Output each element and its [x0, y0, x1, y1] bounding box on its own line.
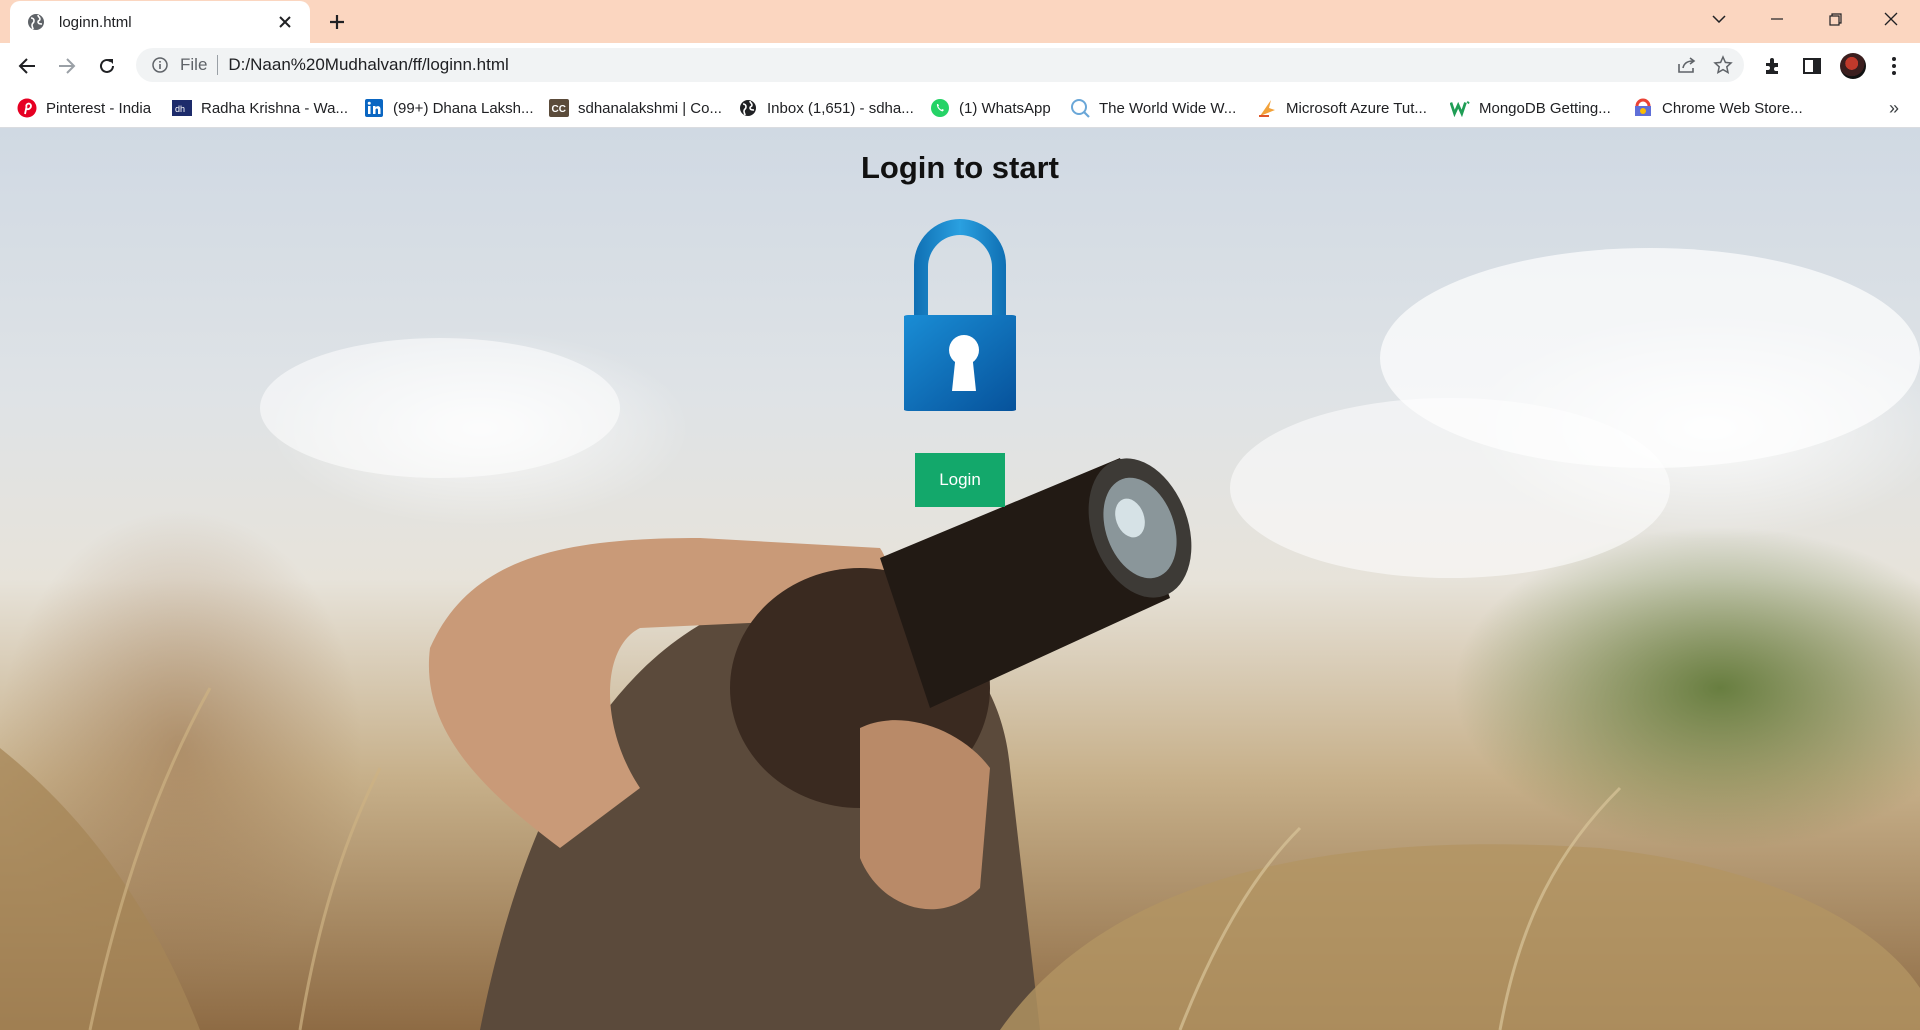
- url-scheme-label: File: [180, 55, 208, 74]
- bookmark-site-icon: dh: [172, 98, 192, 118]
- bookmarks-bar: Pinterest - India dh Radha Krishna - Wa.…: [0, 88, 1920, 128]
- bookmark-chrome-store[interactable]: Chrome Web Store...: [1633, 96, 1803, 120]
- bookmark-azure[interactable]: Microsoft Azure Tut...: [1257, 96, 1427, 120]
- bookmark-label: Radha Krishna - Wa...: [201, 99, 349, 117]
- mongodb-icon: [1450, 98, 1470, 118]
- globe-icon: [738, 98, 758, 118]
- side-panel-icon[interactable]: [1797, 51, 1827, 81]
- minimize-icon[interactable]: [1748, 0, 1806, 38]
- tab-close-icon[interactable]: [274, 11, 296, 33]
- bookmark-star-icon[interactable]: [1708, 50, 1738, 80]
- profile-avatar[interactable]: [1838, 51, 1868, 81]
- share-icon[interactable]: [1672, 50, 1702, 80]
- bookmark-inbox[interactable]: Inbox (1,651) - sdha...: [738, 96, 914, 120]
- bookmark-label: Microsoft Azure Tut...: [1286, 99, 1427, 117]
- extensions-icon[interactable]: [1757, 51, 1787, 81]
- page-title: Login to start: [860, 150, 1060, 185]
- cc-icon: CC: [549, 98, 569, 118]
- pinterest-icon: [17, 98, 37, 118]
- bookmark-whatsapp[interactable]: (1) WhatsApp: [930, 96, 1051, 120]
- tab-strip: loginn.html: [0, 0, 1920, 43]
- bookmark-radha-krishna[interactable]: dh Radha Krishna - Wa...: [172, 96, 348, 120]
- bookmark-label: Chrome Web Store...: [1662, 99, 1803, 117]
- whatsapp-icon: [930, 98, 950, 118]
- bookmark-label: MongoDB Getting...: [1479, 99, 1611, 117]
- reload-icon[interactable]: [91, 50, 123, 82]
- divider: [217, 55, 219, 75]
- address-bar[interactable]: File D:/Naan%20Mudhalvan/ff/loginn.html: [136, 48, 1744, 82]
- bookmark-label: Pinterest - India: [46, 99, 152, 117]
- tab-title: loginn.html: [59, 13, 132, 31]
- browser-tab[interactable]: loginn.html: [10, 1, 310, 43]
- bookmark-label: (1) WhatsApp: [959, 99, 1051, 117]
- svg-text:CC: CC: [552, 104, 566, 115]
- new-tab-button[interactable]: [323, 9, 351, 35]
- globe-icon: [25, 11, 47, 33]
- bookmark-label: (99+) Dhana Laksh...: [393, 99, 534, 117]
- login-button[interactable]: Login: [915, 453, 1005, 507]
- restore-icon[interactable]: [1806, 0, 1864, 38]
- bookmark-w3[interactable]: The World Wide W...: [1070, 96, 1236, 120]
- menu-kebab-icon[interactable]: [1879, 51, 1909, 81]
- bookmark-label: Inbox (1,651) - sdha...: [767, 99, 914, 117]
- chrome-store-icon: [1633, 98, 1653, 118]
- url-text[interactable]: D:/Naan%20Mudhalvan/ff/loginn.html: [228, 55, 1672, 75]
- bookmark-mongodb[interactable]: MongoDB Getting...: [1450, 96, 1611, 120]
- bookmark-label: The World Wide W...: [1099, 99, 1237, 117]
- info-icon[interactable]: [150, 55, 170, 75]
- bookmark-linkedin[interactable]: (99+) Dhana Laksh...: [364, 96, 534, 120]
- close-window-icon[interactable]: [1862, 0, 1920, 38]
- linkedin-icon: [364, 98, 384, 118]
- back-icon[interactable]: [11, 50, 43, 82]
- azure-icon: [1257, 98, 1277, 118]
- w3-icon: [1070, 98, 1090, 118]
- bookmark-label: sdhanalakshmi | Co...: [578, 99, 722, 117]
- more-bookmarks-icon[interactable]: »: [1882, 96, 1906, 120]
- page-background: Login to start Login: [0, 128, 1920, 1030]
- browser-toolbar: File D:/Naan%20Mudhalvan/ff/loginn.html: [0, 43, 1920, 88]
- lock-icon: [900, 213, 1020, 418]
- svg-text:dh: dh: [175, 104, 185, 114]
- forward-icon[interactable]: [51, 50, 83, 82]
- tab-search-icon[interactable]: [1690, 0, 1748, 38]
- bookmark-sdhanalakshmi[interactable]: CC sdhanalakshmi | Co...: [549, 96, 722, 120]
- bookmark-pinterest[interactable]: Pinterest - India: [17, 96, 151, 120]
